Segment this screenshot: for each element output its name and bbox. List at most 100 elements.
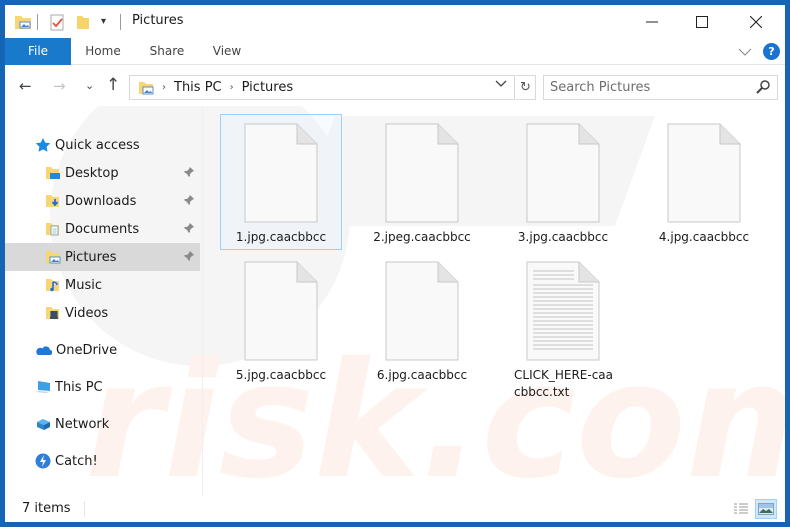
- blank-file-icon: [244, 261, 318, 361]
- maximize-icon: [696, 15, 708, 28]
- pictures-folder-icon: [138, 80, 154, 96]
- sidebar-item-label: Downloads: [65, 193, 137, 209]
- music-folder-icon: [45, 277, 61, 293]
- close-icon: [750, 15, 762, 28]
- minimize-icon: [646, 21, 658, 22]
- search-box[interactable]: [543, 75, 778, 100]
- documents-folder-icon: [45, 221, 61, 237]
- sidebar-item-catch[interactable]: Catch!: [5, 447, 200, 475]
- tab-share[interactable]: Share: [139, 38, 195, 65]
- file-item[interactable]: 5.jpg.caacbbcc: [220, 252, 342, 384]
- file-item[interactable]: 6.jpg.caacbbcc: [361, 252, 483, 384]
- sidebar-item-label: This PC: [55, 379, 103, 395]
- sidebar-item-desktop[interactable]: Desktop: [5, 159, 200, 187]
- sidebar-item-label: OneDrive: [56, 342, 118, 358]
- sidebar-item-documents[interactable]: Documents: [5, 215, 200, 243]
- sidebar-item-label: Catch!: [55, 453, 98, 469]
- file-name: 4.jpg.caacbbcc: [658, 230, 750, 244]
- refresh-button[interactable]: ↻: [516, 75, 536, 100]
- new-folder-icon[interactable]: [76, 14, 90, 33]
- customize-toolbar-dropdown-icon[interactable]: ▾: [101, 16, 106, 27]
- details-view-icon: [734, 503, 748, 514]
- tab-home[interactable]: Home: [75, 38, 131, 65]
- forward-arrow-icon[interactable]: →: [53, 77, 66, 95]
- separator: [37, 14, 38, 30]
- large-icons-view-button[interactable]: [755, 499, 777, 519]
- sidebar-item-label: Quick access: [55, 137, 140, 153]
- file-explorer-window: ▾ Pictures File Home Share View ? ← → ⌄ …: [5, 5, 785, 522]
- file-list: 1.jpg.caacbbcc 2.jpeg.caacbbcc 3.jpg.caa…: [203, 106, 785, 496]
- file-name: 2.jpeg.caacbbcc: [373, 230, 471, 244]
- breadcrumb-separator-icon: ›: [229, 82, 234, 93]
- file-name: 5.jpg.caacbbcc: [235, 368, 327, 382]
- details-view-button[interactable]: [730, 499, 752, 519]
- sidebar-item-network[interactable]: Network: [5, 410, 200, 438]
- item-count: 7 items: [22, 501, 71, 516]
- back-arrow-icon[interactable]: ←: [19, 77, 32, 95]
- sidebar-item-onedrive[interactable]: OneDrive: [5, 336, 200, 364]
- blank-file-icon: [385, 123, 459, 223]
- sidebar-item-pictures[interactable]: Pictures: [5, 243, 200, 271]
- close-button[interactable]: [733, 5, 779, 38]
- sidebar-item-label: Music: [65, 277, 102, 293]
- sidebar-item-quick-access[interactable]: Quick access: [5, 131, 200, 159]
- star-icon: [35, 137, 51, 153]
- breadcrumb-pictures[interactable]: Pictures: [242, 80, 293, 95]
- navigation-bar: ← → ⌄ ↑ › This PC › Pictures ↻: [5, 66, 785, 106]
- network-icon: [35, 416, 51, 432]
- file-item[interactable]: 2.jpeg.caacbbcc: [361, 114, 483, 246]
- blank-file-icon: [385, 261, 459, 361]
- ribbon-tabs: File Home Share View ?: [5, 38, 785, 65]
- address-bar[interactable]: › This PC › Pictures: [129, 75, 515, 100]
- desktop-folder-icon: [45, 165, 61, 181]
- file-item[interactable]: 4.jpg.caacbbcc: [643, 114, 765, 246]
- pin-icon[interactable]: [183, 194, 195, 210]
- sidebar-item-music[interactable]: Music: [5, 271, 200, 299]
- pictures-folder-icon[interactable]: [14, 14, 32, 33]
- sidebar-item-downloads[interactable]: Downloads: [5, 187, 200, 215]
- pin-icon[interactable]: [183, 250, 195, 266]
- file-item[interactable]: 1.jpg.caacbbcc: [220, 114, 342, 250]
- file-name: CLICK_HERE-caacbbcc.txt: [514, 368, 614, 399]
- file-name: 6.jpg.caacbbcc: [376, 368, 468, 382]
- sidebar-item-this-pc[interactable]: This PC: [5, 373, 200, 401]
- properties-icon[interactable]: [49, 14, 65, 34]
- sidebar-item-videos[interactable]: Videos: [5, 299, 200, 327]
- recent-locations-chevron-icon[interactable]: ⌄: [85, 79, 94, 92]
- address-history-dropdown-icon[interactable]: [495, 78, 507, 91]
- computer-icon: [35, 379, 51, 395]
- sidebar-item-label: Desktop: [65, 165, 119, 181]
- maximize-button[interactable]: [679, 5, 725, 38]
- breadcrumb-this-pc[interactable]: This PC: [174, 80, 222, 95]
- help-button[interactable]: ?: [763, 43, 780, 60]
- file-item[interactable]: CLICK_HERE-caacbbcc.txt: [502, 252, 624, 401]
- title-bar: ▾ Pictures: [5, 5, 785, 38]
- status-bar: 7 items: [5, 496, 785, 522]
- videos-folder-icon: [45, 305, 61, 321]
- up-arrow-icon[interactable]: ↑: [106, 75, 120, 95]
- minimize-button[interactable]: [629, 5, 675, 38]
- separator: [120, 14, 121, 30]
- blank-file-icon: [667, 123, 741, 223]
- large-icons-view-icon: [758, 503, 774, 515]
- pictures-folder-icon: [45, 249, 61, 265]
- file-name: 3.jpg.caacbbcc: [517, 230, 609, 244]
- pin-icon[interactable]: [183, 166, 195, 182]
- sidebar-item-label: Documents: [65, 221, 140, 237]
- tab-view[interactable]: View: [201, 38, 253, 65]
- search-icon[interactable]: [755, 79, 771, 98]
- expand-ribbon-chevron-icon[interactable]: [738, 45, 752, 59]
- window-title: Pictures: [132, 13, 184, 28]
- onedrive-cloud-icon: [34, 342, 52, 358]
- text-file-icon: [526, 261, 600, 361]
- file-name: 1.jpg.caacbbcc: [235, 230, 327, 244]
- tab-file[interactable]: File: [5, 38, 71, 65]
- blank-file-icon: [526, 123, 600, 223]
- sidebar-item-label: Videos: [65, 305, 109, 321]
- file-item[interactable]: 3.jpg.caacbbcc: [502, 114, 624, 246]
- search-input[interactable]: [544, 76, 744, 99]
- separator: [84, 501, 85, 517]
- blank-file-icon: [244, 123, 318, 223]
- pin-icon[interactable]: [183, 222, 195, 238]
- breadcrumb-separator-icon: ›: [162, 82, 166, 93]
